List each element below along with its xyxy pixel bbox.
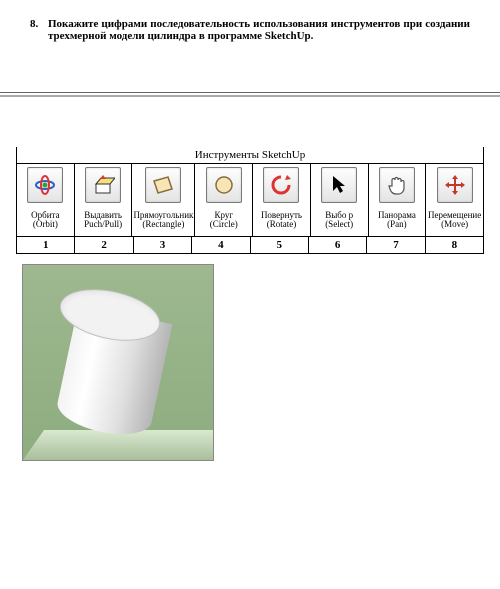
orbit-icon [27, 167, 63, 203]
tool-number: 6 [309, 237, 367, 253]
tool-cell-pan: Панорама (Pan) [369, 164, 427, 236]
cylinder-figure [22, 264, 214, 461]
tool-cell-orbit: Орбита (Orbit) [16, 164, 75, 236]
pushpull-icon [85, 167, 121, 203]
move-icon [437, 167, 473, 203]
tools-title: Инструменты SketchUp [16, 147, 484, 163]
tool-label: Перемещение (Move) [427, 204, 482, 236]
tool-number: 3 [134, 237, 192, 253]
tool-cell-move: Перемещение (Move) [426, 164, 484, 236]
tool-number: 8 [426, 237, 484, 253]
horizontal-divider [0, 92, 500, 97]
tool-cell-rotate: Повернуть (Rotate) [253, 164, 311, 236]
rectangle-icon [145, 167, 181, 203]
pan-icon [379, 167, 415, 203]
circle-icon [206, 167, 242, 203]
tool-label: Круг (Circle) [209, 204, 239, 236]
ground-plane [23, 430, 214, 460]
tool-label: Панорама (Pan) [377, 204, 417, 236]
tool-number: 1 [16, 237, 75, 253]
tool-cell-pushpull: Выдавить Puch/Pull) [75, 164, 133, 236]
tool-label: Прямоугольник (Rectangle) [132, 204, 194, 236]
tool-cell-circle: Круг (Circle) [195, 164, 253, 236]
tool-label: Повернуть (Rotate) [260, 204, 303, 236]
tool-label: Выбо р (Select) [324, 204, 354, 236]
tool-number: 2 [75, 237, 133, 253]
tool-label: Орбита (Orbit) [17, 204, 74, 236]
tool-number: 7 [367, 237, 425, 253]
rotate-icon [263, 167, 299, 203]
tool-cell-select: Выбо р (Select) [311, 164, 369, 236]
tool-cell-rectangle: Прямоугольник (Rectangle) [132, 164, 195, 236]
tool-number: 5 [251, 237, 309, 253]
question-text: Покажите цифрами последовательность испо… [48, 18, 470, 42]
number-row: 1 2 3 4 5 6 7 8 [16, 236, 484, 254]
tool-label: Выдавить Puch/Pull) [83, 204, 123, 236]
question-number: 8. [30, 18, 48, 42]
select-icon [321, 167, 357, 203]
tool-number: 4 [192, 237, 250, 253]
tools-row: Орбита (Orbit) Выдавить Puch/Pull) Прямо… [16, 163, 484, 236]
question-block: 8. Покажите цифрами последовательность и… [0, 0, 500, 52]
tools-table: Инструменты SketchUp Орбита (Orbit) Выда… [16, 147, 484, 254]
